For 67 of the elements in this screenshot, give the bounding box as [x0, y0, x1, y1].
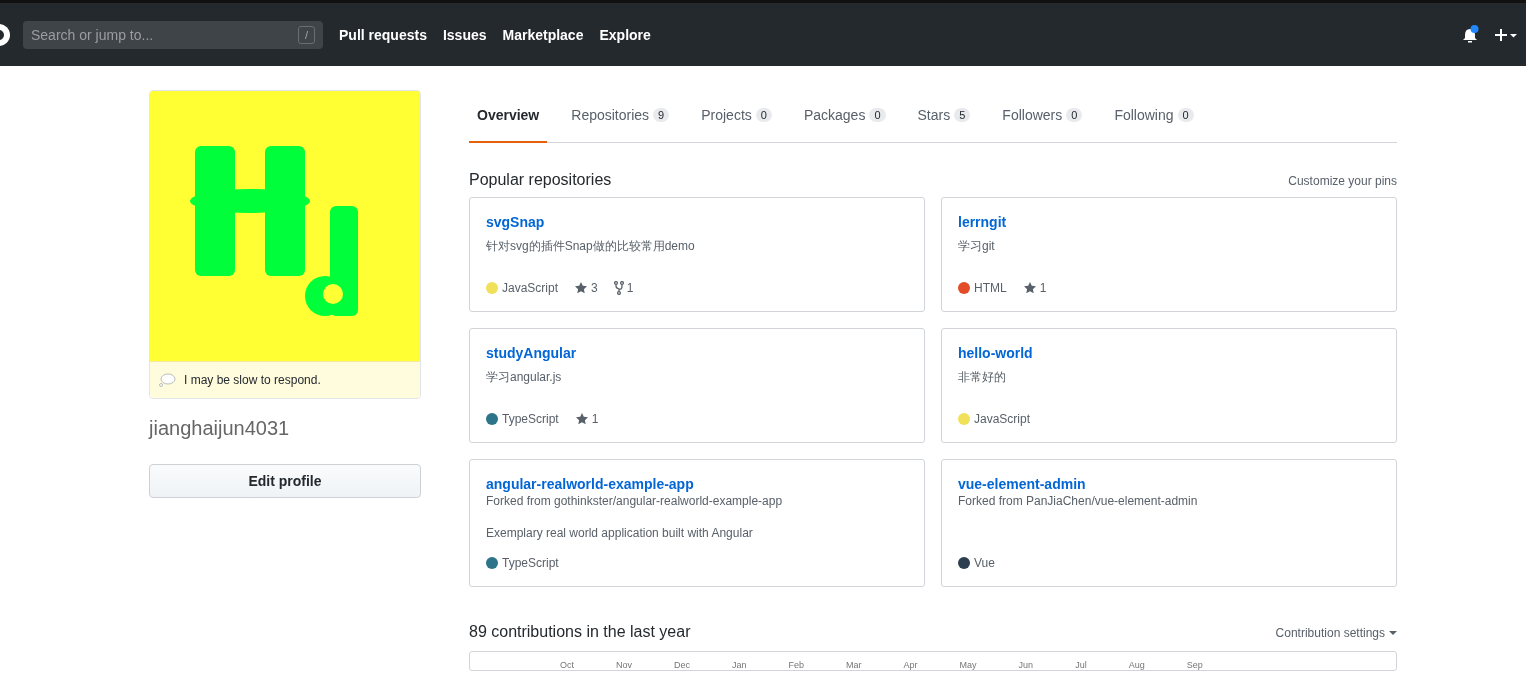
count-badge: 0 — [755, 107, 772, 122]
tab[interactable]: Following 0 — [1106, 88, 1202, 143]
repo-name-link[interactable]: angular-realworld-example-app — [486, 476, 694, 492]
forked-from-text: Forked from PanJiaChen/vue-element-admin — [958, 494, 1199, 508]
language-name: Vue — [974, 556, 995, 570]
caret-icon — [1389, 630, 1397, 636]
tab[interactable]: Stars 5 — [909, 88, 979, 143]
repo-description: 学习git — [958, 238, 996, 255]
nav-link[interactable]: Marketplace — [502, 26, 584, 43]
tab[interactable]: Packages 0 — [795, 88, 894, 143]
repo-name-link[interactable]: svgSnap — [486, 214, 545, 230]
language-name: TypeScript — [502, 556, 559, 570]
nav-link[interactable]: Pull requests — [339, 26, 427, 43]
nav-link[interactable]: Explore — [599, 26, 651, 43]
count-badge: 0 — [869, 107, 886, 122]
contribution-settings-dropdown[interactable]: Contribution settings — [1275, 626, 1397, 640]
contributions-title: 89 contributions in the last year — [469, 623, 691, 641]
repo-name-link[interactable]: vue-element-admin — [958, 476, 1086, 492]
count-badge: 0 — [1177, 107, 1194, 122]
language-name: JavaScript — [974, 412, 1031, 426]
star-icon — [574, 412, 589, 426]
month-label: Jul — [1075, 660, 1087, 670]
language-name: TypeScript — [502, 412, 559, 426]
month-label: Aug — [1128, 660, 1145, 670]
forked-from-text: Forked from gothinkster/angular-realworld-example-app — [486, 494, 784, 508]
repo-name-link[interactable]: hello-world — [958, 345, 1033, 361]
count-badge: 5 — [954, 107, 971, 122]
repo-description: 针对svg的插件Snap做的比较常用demo — [486, 238, 696, 255]
stars-link[interactable]: 1 — [574, 412, 599, 426]
month-label: Oct — [560, 660, 574, 670]
stars-link[interactable]: 1 — [1022, 281, 1047, 295]
edit-profile-button[interactable]: Edit profile — [149, 464, 421, 498]
language-name: HTML — [974, 281, 1007, 295]
status-message: I may be slow to respond. — [184, 373, 321, 387]
month-label: Feb — [788, 660, 805, 670]
section-title: Popular repositories — [469, 171, 612, 189]
repo-description: Exemplary real world application built with Angular — [486, 526, 754, 540]
star-icon — [1022, 281, 1037, 295]
stars-link[interactable]: 3 — [574, 281, 598, 295]
fork-icon — [613, 281, 624, 295]
customize-pins-link[interactable]: Customize your pins — [1288, 174, 1397, 188]
count-badge: 9 — [653, 107, 670, 122]
month-label: Mar — [846, 660, 862, 670]
username: jianghaijun4031 — [149, 417, 291, 440]
month-label: Dec — [674, 660, 691, 670]
month-label: May — [959, 660, 977, 670]
shortcut-key: / — [297, 25, 315, 44]
tab[interactable]: Projects 0 — [693, 88, 780, 143]
month-label: Jan — [732, 660, 747, 670]
repo-name-link[interactable]: studyAngular — [486, 345, 577, 361]
language-name: JavaScript — [502, 281, 559, 295]
count-badge: 0 — [1066, 107, 1083, 122]
forks-link[interactable]: 1 — [613, 281, 634, 295]
plus-dropdown-icon[interactable] — [1494, 26, 1518, 43]
month-label: Nov — [616, 660, 633, 670]
tab[interactable]: Overview — [469, 88, 548, 143]
star-icon — [574, 281, 589, 295]
month-label: Apr — [903, 660, 918, 670]
month-label: Jun — [1018, 660, 1034, 670]
repo-description: 学习angular.js — [486, 369, 563, 386]
repo-description: 非常好的 — [958, 369, 1007, 386]
tab[interactable]: Repositories 9 — [563, 88, 678, 143]
repo-name-link[interactable]: lerrngit — [958, 214, 1007, 230]
month-label: Sep — [1186, 660, 1203, 670]
nav-link[interactable]: Issues — [442, 26, 487, 43]
tab[interactable]: Followers 0 — [994, 88, 1091, 143]
thought-bubble-icon — [158, 372, 176, 388]
